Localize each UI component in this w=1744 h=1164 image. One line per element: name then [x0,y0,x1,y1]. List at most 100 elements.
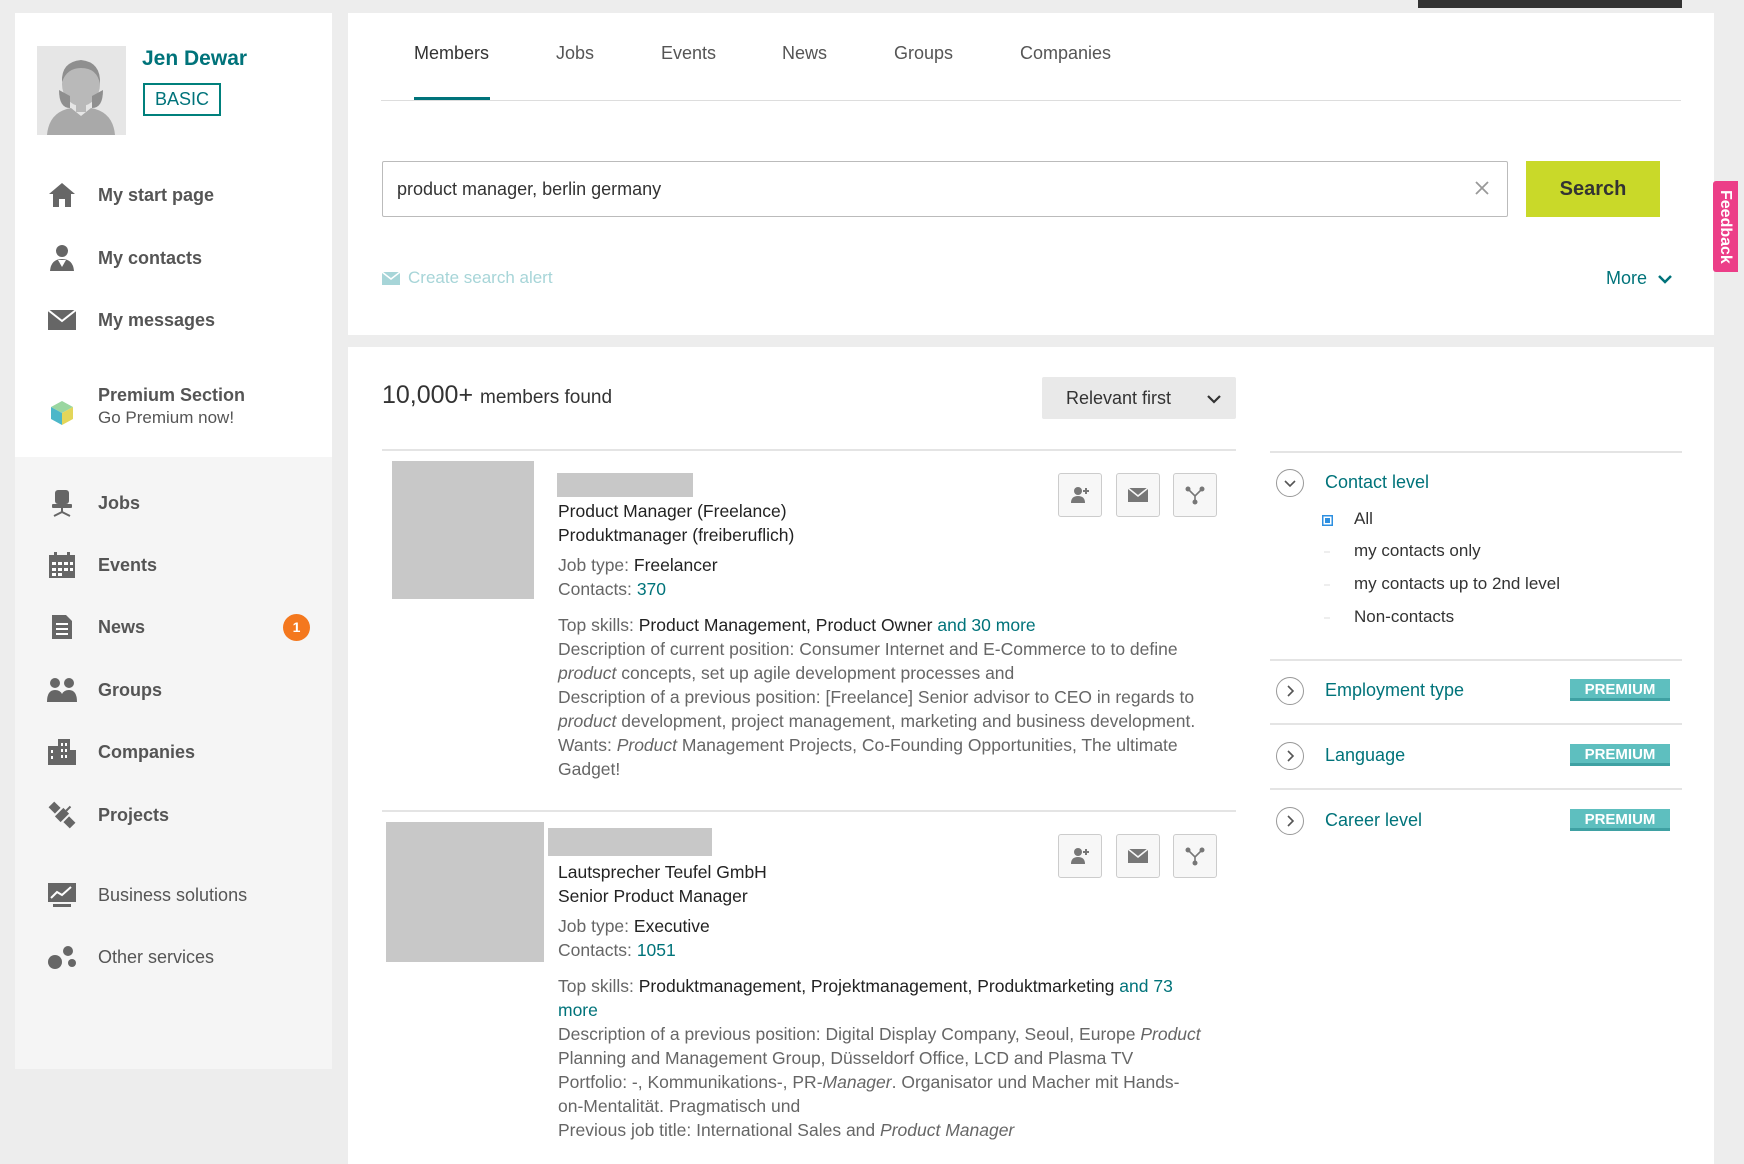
expand-toggle[interactable] [1276,677,1304,705]
result-name-redacted[interactable] [557,473,693,497]
result-wants-continued: Gadget! [558,759,621,779]
add-contact-icon [1071,848,1089,864]
filter-label: Employment type [1325,680,1465,700]
result-photo[interactable] [392,461,534,599]
contact-level-option-non-contacts[interactable]: Non-contacts [1354,607,1454,627]
result-description-line: Description of a previous position: [Fre… [558,687,1195,707]
radio-unselected[interactable] [1322,578,1333,589]
results-count-number: 10,000+ [382,381,474,409]
sidebar-item-news[interactable]: News 1 [15,602,332,652]
send-message-button[interactable] [1116,473,1160,517]
filter-career-level[interactable]: Career level PREMIUM [1270,807,1682,847]
result-contacts: Contacts: 1051 [558,940,676,961]
tab-companies[interactable]: Companies [1020,43,1111,64]
contact-level-option-2nd-level[interactable]: my contacts up to 2nd level [1354,574,1560,594]
result-title[interactable]: Lautsprecher Teufel GmbH [558,862,767,883]
result-photo[interactable] [386,822,544,962]
add-contact-button[interactable] [1058,473,1102,517]
dots-icon [47,942,77,972]
result-title[interactable]: Product Manager (Freelance) [558,501,787,522]
sidebar-item-sublabel: Go Premium now! [98,408,235,427]
office-chair-icon [47,488,77,518]
sidebar-item-business-solutions[interactable]: Business solutions [15,870,332,920]
sidebar-item-projects[interactable]: Projects [15,790,332,840]
sidebar-item-label: My start page [98,184,215,205]
search-panel: Members Jobs Events News Groups Companie… [348,13,1714,335]
clear-search-button[interactable] [1467,174,1497,204]
contacts-count-link[interactable]: 1051 [637,940,676,960]
chart-monitor-icon [47,880,77,910]
network-path-icon [1185,847,1205,866]
more-label: More [1606,268,1648,288]
chevron-down-icon [1206,377,1222,419]
news-count-badge: 1 [283,613,310,641]
building-icon [47,737,77,767]
sort-dropdown[interactable]: Relevant first [1042,377,1236,419]
contact-level-option-all[interactable]: All [1354,509,1373,529]
sidebar-item-label: News [98,616,146,637]
sidebar: Jen Dewar BASIC My start page My contact… [15,13,332,1069]
profile-name[interactable]: Jen Dewar [142,47,247,71]
radio-unselected[interactable] [1322,611,1333,622]
filter-divider [1270,659,1682,661]
contact-path-button[interactable] [1173,834,1217,878]
more-skills-link[interactable]: more [558,1000,598,1020]
tab-news[interactable]: News [782,43,827,64]
group-icon [47,675,77,705]
result-skills: Top skills: Produktmanagement, Projektma… [558,976,1173,997]
sidebar-item-premium[interactable]: Premium Section Go Premium now! [15,383,332,443]
send-message-button[interactable] [1116,834,1160,878]
filter-language[interactable]: Language PREMIUM [1270,742,1682,782]
tab-members[interactable]: Members [414,43,489,64]
sidebar-item-companies[interactable]: Companies [15,727,332,777]
filter-divider [1270,723,1682,725]
sidebar-item-contacts[interactable]: My contacts [15,233,332,283]
expand-toggle[interactable] [1276,807,1304,835]
sidebar-item-events[interactable]: Events [15,540,332,590]
contact-level-option-my-contacts[interactable]: my contacts only [1354,541,1481,561]
chevron-down-icon [1658,274,1672,284]
tab-events[interactable]: Events [661,43,716,64]
description-text: . Organisator und Macher mit Hands- [891,1072,1180,1092]
sidebar-item-jobs[interactable]: Jobs [15,478,332,528]
contact-path-button[interactable] [1173,473,1217,517]
job-type-label: Job type: [558,555,630,575]
radio-selected[interactable] [1321,513,1334,527]
more-filters-toggle[interactable]: More [1606,268,1673,289]
create-search-alert-link[interactable]: Create search alert [382,268,553,288]
sidebar-item-messages[interactable]: My messages [15,295,332,345]
tab-jobs[interactable]: Jobs [556,43,594,64]
filter-contact-level[interactable]: Contact level [1270,469,1682,509]
home-icon [47,180,77,210]
membership-badge[interactable]: BASIC [143,83,221,116]
avatar[interactable] [37,46,126,135]
radio-unselected[interactable] [1322,545,1333,556]
sidebar-item-other-services[interactable]: Other services [15,932,332,982]
more-skills-link[interactable]: and 30 more [937,615,1035,635]
search-box [382,161,1508,217]
sidebar-item-groups[interactable]: Groups [15,665,332,715]
search-input[interactable] [397,162,1447,216]
feedback-tab[interactable]: Feedback [1713,181,1738,272]
description-text: development, project management, marketi… [621,711,1196,731]
tab-groups[interactable]: Groups [894,43,953,64]
filter-employment-type[interactable]: Employment type PREMIUM [1270,677,1682,717]
network-path-icon [1185,486,1205,505]
tab-divider [381,100,1681,101]
filter-label: Career level [1325,810,1423,830]
job-type-value: Freelancer [633,555,718,575]
add-contact-icon [1071,487,1089,503]
result-description-line: Description of a previous position: Digi… [558,1024,1201,1045]
search-button[interactable]: Search [1526,161,1660,217]
collapse-toggle[interactable] [1276,469,1304,497]
result-name-redacted[interactable] [548,828,712,856]
sidebar-item-label: Companies [98,741,196,762]
contacts-count-link[interactable]: 370 [637,579,666,599]
results-panel: 10,000+ members found Relevant first Pro… [348,347,1714,1164]
more-skills-link[interactable]: and 73 [1119,976,1173,996]
expand-toggle[interactable] [1276,742,1304,770]
contacts-icon [47,243,77,273]
result-description-line: Description of current position: Consume… [558,639,1178,659]
sidebar-item-start-page[interactable]: My start page [15,170,332,220]
add-contact-button[interactable] [1058,834,1102,878]
